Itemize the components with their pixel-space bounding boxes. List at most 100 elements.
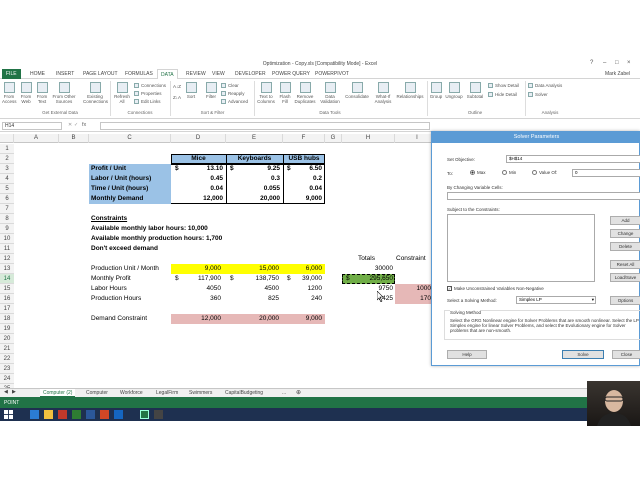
row-header[interactable]: 2: [0, 154, 14, 164]
cell-e14[interactable]: 138,750: [226, 274, 280, 284]
cell-d13[interactable]: 9,000: [171, 264, 221, 274]
column-header-e[interactable]: E: [226, 134, 283, 143]
cell-c10[interactable]: Available monthly production hours: 1,70…: [91, 234, 222, 244]
change-button[interactable]: Change: [610, 229, 640, 238]
flash-fill-button[interactable]: Flash Fill: [278, 82, 292, 104]
formula-input[interactable]: [100, 122, 430, 130]
min-radio[interactable]: Min: [502, 170, 516, 176]
set-objective-input[interactable]: $H$14: [506, 155, 640, 163]
outlook-icon[interactable]: [30, 410, 39, 419]
sort-button[interactable]: Sort: [184, 82, 198, 99]
tab-insert[interactable]: INSERT: [56, 71, 74, 77]
cell-c8[interactable]: Constraints: [91, 214, 127, 224]
close-icon[interactable]: ×: [627, 60, 631, 66]
cell-e16[interactable]: 825: [226, 294, 279, 304]
cell-d16[interactable]: 360: [171, 294, 221, 304]
cell-e2[interactable]: Keyboards: [226, 154, 283, 164]
cell-d3[interactable]: 13.10: [171, 164, 223, 174]
excel-running-icon[interactable]: [140, 410, 149, 419]
load-save-button[interactable]: Load/Save: [610, 273, 640, 282]
cell-f13[interactable]: 6,000: [283, 264, 322, 274]
row-header[interactable]: 20: [0, 334, 14, 344]
clear-button[interactable]: Clear: [221, 83, 239, 89]
close-button[interactable]: Close: [612, 350, 640, 359]
word-app-icon[interactable]: [86, 410, 95, 419]
row-header[interactable]: 18: [0, 314, 14, 324]
powerpoint-app-icon[interactable]: [100, 410, 109, 419]
user-name[interactable]: Mark Zabel: [605, 71, 630, 77]
cell-i16[interactable]: 170: [395, 294, 431, 304]
cell-c16[interactable]: Production Hours: [91, 294, 141, 304]
cell-h15[interactable]: 9750: [342, 284, 393, 294]
tab-home[interactable]: HOME: [30, 71, 45, 77]
tab-formulas[interactable]: FORMULAS: [125, 71, 153, 77]
cell-i15[interactable]: 1000: [395, 284, 431, 294]
cell-c18[interactable]: Demand Constraint: [91, 314, 147, 324]
row-header[interactable]: 16: [0, 294, 14, 304]
row-header[interactable]: 3: [0, 164, 14, 174]
ie-app-icon[interactable]: [114, 410, 123, 419]
cell-c5[interactable]: Time / Unit (hours): [91, 184, 148, 194]
cell-f3[interactable]: 6.50: [283, 164, 322, 174]
row-header[interactable]: 14: [0, 274, 14, 284]
help-icon[interactable]: ?: [590, 60, 593, 66]
cancel-icon[interactable]: ✕: [68, 122, 72, 128]
tab-power-query[interactable]: POWER QUERY: [272, 71, 310, 77]
row-header[interactable]: 10: [0, 234, 14, 244]
from-other-sources-button[interactable]: From Other Sources: [51, 82, 77, 104]
sheet-tab-legalfirm[interactable]: LegalFirm: [156, 390, 178, 396]
show-detail-button[interactable]: Show Detail: [488, 83, 519, 89]
cell-c15[interactable]: Labor Hours: [91, 284, 127, 294]
row-header[interactable]: 21: [0, 344, 14, 354]
constraints-list[interactable]: [447, 214, 595, 282]
non-negative-checkbox[interactable]: ✓ Make Unconstrained Variables Non-Negati…: [447, 286, 544, 292]
select-all-corner[interactable]: [0, 134, 14, 143]
reset-all-button[interactable]: Reset All: [610, 260, 640, 269]
refresh-all-button[interactable]: Refresh All: [113, 82, 131, 104]
tab-scroll-left-icon[interactable]: ◀: [4, 389, 8, 395]
sort-az-button[interactable]: A↓Z: [173, 84, 181, 89]
sheet-tab-computer[interactable]: Computer: [86, 390, 108, 396]
cell-e4[interactable]: 0.3: [226, 174, 280, 184]
edit-links-button[interactable]: Edit Links: [134, 99, 161, 105]
cell-c9[interactable]: Available monthly labor hours: 10,000: [91, 224, 208, 234]
sheet-tab-swimmers[interactable]: Swimmers: [189, 390, 212, 396]
group-button[interactable]: Group: [429, 82, 443, 99]
data-validation-button[interactable]: Data Validation: [318, 82, 342, 104]
row-header[interactable]: 5: [0, 184, 14, 194]
tab-page-layout[interactable]: PAGE LAYOUT: [83, 71, 118, 77]
cell-f6[interactable]: 9,000: [283, 194, 322, 204]
cell-h14[interactable]: 295,650: [342, 274, 394, 284]
value-of-radio[interactable]: Value Of:: [532, 170, 557, 176]
subtotal-button[interactable]: Subtotal: [465, 82, 485, 99]
solving-method-select[interactable]: Simplex LP ▾: [516, 296, 596, 304]
column-header-h[interactable]: H: [342, 134, 395, 143]
maximize-icon[interactable]: □: [615, 60, 619, 66]
cell-e6[interactable]: 20,000: [226, 194, 280, 204]
row-header[interactable]: 24: [0, 374, 14, 384]
cell-d4[interactable]: 0.45: [171, 174, 223, 184]
cell-d15[interactable]: 4050: [171, 284, 221, 294]
cell-f16[interactable]: 240: [283, 294, 322, 304]
sheet-tab-computer-2[interactable]: Computer (2): [40, 389, 76, 397]
properties-button[interactable]: Properties: [134, 91, 162, 97]
column-header-c[interactable]: C: [89, 134, 171, 143]
delete-button[interactable]: Delete: [610, 242, 640, 251]
cell-c3[interactable]: Profit / Unit: [91, 164, 126, 174]
cell-f2[interactable]: USB hubs: [283, 154, 325, 164]
cell-c4[interactable]: Labor / Unit (hours): [91, 174, 151, 184]
ungroup-button[interactable]: Ungroup: [445, 82, 463, 99]
column-header-g[interactable]: G: [325, 134, 342, 143]
tab-review[interactable]: REVIEW: [186, 71, 206, 77]
row-header[interactable]: 15: [0, 284, 14, 294]
cell-f4[interactable]: 0.2: [283, 174, 322, 184]
row-header[interactable]: 19: [0, 324, 14, 334]
hide-detail-button[interactable]: Hide Detail: [488, 92, 517, 98]
cell-d14[interactable]: 117,900: [171, 274, 221, 284]
help-button[interactable]: Help: [447, 350, 487, 359]
relationships-button[interactable]: Relationships: [395, 82, 425, 99]
cell-e18[interactable]: 20,000: [226, 314, 279, 324]
access-app-icon[interactable]: [58, 410, 67, 419]
cell-e15[interactable]: 4500: [226, 284, 279, 294]
add-button[interactable]: Add: [610, 216, 640, 225]
